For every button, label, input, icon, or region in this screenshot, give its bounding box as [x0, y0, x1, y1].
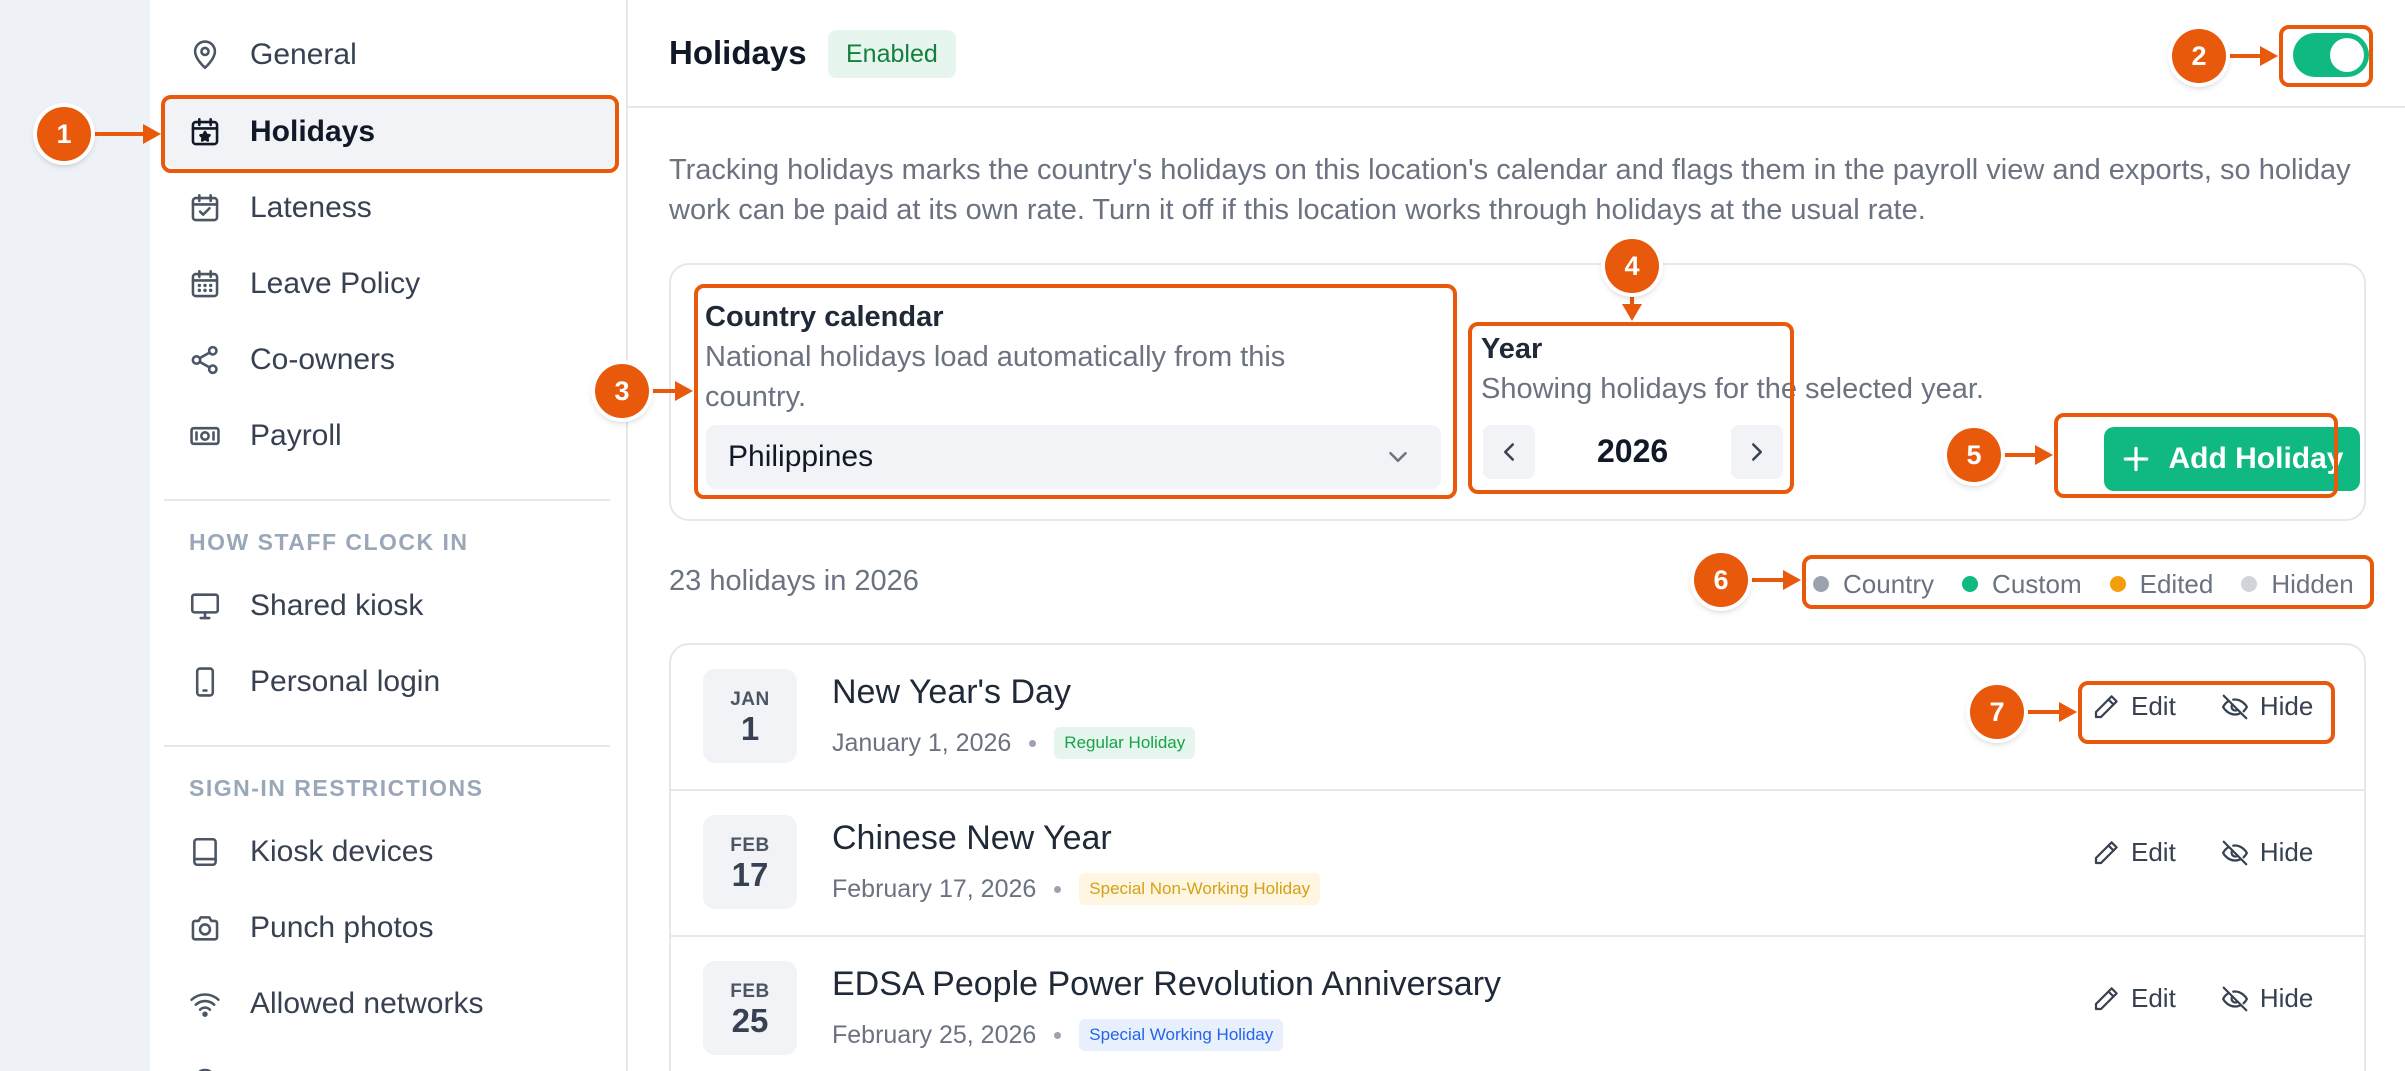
sidebar-item-co-owners[interactable]: Co-owners — [164, 324, 616, 396]
sidebar-item-payroll[interactable]: Payroll — [164, 400, 616, 472]
highlight-box-year — [1468, 322, 1794, 494]
sidebar-item-general[interactable]: General — [164, 19, 616, 91]
holiday-name: EDSA People Power Revolution Anniversary — [832, 965, 1502, 1003]
location-pin-icon — [188, 1063, 222, 1071]
location-pin-icon — [188, 38, 222, 72]
callout-badge: 2 — [2172, 29, 2226, 83]
sidebar-divider — [164, 499, 610, 501]
sidebar-item-allowed-networks[interactable]: Allowed networks — [164, 968, 616, 1040]
holiday-date: February 17, 2026 — [832, 874, 1037, 903]
date-badge: FEB 25 — [703, 961, 797, 1055]
sidebar-item-lateness[interactable]: Lateness — [164, 172, 616, 244]
holiday-type-badge: Regular Holiday — [1054, 727, 1196, 759]
sidebar-item-label: General — [250, 38, 357, 71]
sidebar-item-label: Lateness — [250, 191, 372, 224]
share-icon — [188, 343, 222, 377]
row-actions: Edit Hide — [2091, 837, 2313, 868]
holiday-type-badge: Special Working Holiday — [1079, 1019, 1284, 1051]
highlight-box-add-holiday — [2054, 413, 2338, 498]
banknote-icon — [188, 419, 222, 453]
holiday-name: New Year's Day — [832, 673, 1071, 711]
callout-badge: 6 — [1694, 553, 1748, 607]
edit-label: Edit — [2131, 983, 2176, 1013]
sidebar-item-shared-kiosk[interactable]: Shared kiosk — [164, 570, 616, 642]
date-day: 25 — [731, 1002, 769, 1039]
separator-dot — [1054, 885, 1062, 893]
callout-badge: 1 — [37, 107, 91, 161]
calendar-check-icon — [188, 191, 222, 225]
date-badge: FEB 17 — [703, 815, 797, 909]
monitor-icon — [188, 589, 222, 623]
sidebar-item-label: Kiosk devices — [250, 835, 434, 868]
date-badge: JAN 1 — [703, 669, 797, 763]
sidebar-item-label: Shared kiosk — [250, 589, 424, 622]
date-month: JAN — [730, 689, 770, 710]
camera-icon — [188, 911, 222, 945]
edit-button[interactable]: Edit — [2091, 983, 2176, 1014]
callout-badge: 4 — [1605, 239, 1659, 293]
eye-off-icon — [2221, 840, 2248, 865]
holidays-description: Tracking holidays marks the country's ho… — [669, 154, 2351, 226]
holiday-count: 23 holidays in 2026 — [669, 565, 919, 597]
page-title: Holidays — [669, 34, 807, 71]
sidebar-item-label: Co-owners — [250, 343, 396, 376]
callout-badge: 3 — [595, 364, 649, 418]
sidebar-item-punch-photos[interactable]: Punch photos — [164, 892, 616, 964]
calendar-grid-icon — [188, 267, 222, 301]
sidebar-divider — [164, 745, 610, 747]
holiday-type-badge: Special Non-Working Holiday — [1079, 873, 1321, 905]
highlight-box-toggle — [2279, 25, 2373, 87]
tablet-icon — [188, 835, 222, 869]
callout-badge: 7 — [1970, 685, 2024, 739]
holiday-row: FEB 17 Chinese New Year February 17, 202… — [671, 791, 2364, 937]
sidebar-item-label: Allowed networks — [250, 987, 484, 1020]
edit-label: Edit — [2131, 837, 2176, 867]
holiday-name: Chinese New Year — [832, 819, 1112, 857]
date-day: 1 — [740, 710, 760, 747]
sidebar-item-label: Personal login — [250, 665, 441, 698]
holiday-date: January 1, 2026 — [832, 728, 1012, 757]
separator-dot — [1054, 1031, 1062, 1039]
holidays-panel: Holidays Enabled Tracking holidays marks… — [628, 0, 2405, 1071]
callout-badge: 5 — [1947, 428, 2001, 482]
highlight-box-holidays — [161, 95, 619, 173]
sidebar-item-more[interactable] — [164, 1044, 616, 1071]
sidebar-item-label: Punch photos — [250, 911, 434, 944]
row-actions: Edit Hide — [2091, 983, 2313, 1014]
date-month: FEB — [730, 981, 770, 1002]
sidebar-item-leave-policy[interactable]: Leave Policy — [164, 248, 616, 320]
sidebar-item-label: Payroll — [250, 419, 342, 452]
holiday-meta: February 25, 2026 Special Working Holida… — [832, 1019, 1284, 1051]
edit-button[interactable]: Edit — [2091, 837, 2176, 868]
phone-icon — [188, 665, 222, 699]
eye-off-icon — [2221, 986, 2248, 1011]
date-month: FEB — [730, 835, 770, 856]
highlight-box-legend — [1802, 555, 2374, 609]
separator-dot — [1029, 739, 1037, 747]
section-heading-clock-in: HOW STAFF CLOCK IN — [189, 529, 469, 555]
section-heading-restrictions: SIGN-IN RESTRICTIONS — [189, 775, 484, 801]
hide-button[interactable]: Hide — [2220, 983, 2313, 1014]
sidebar-item-kiosk-devices[interactable]: Kiosk devices — [164, 816, 616, 888]
holiday-meta: February 17, 2026 Special Non-Working Ho… — [832, 873, 1321, 905]
highlight-box-row-actions — [2078, 681, 2335, 744]
header-divider — [628, 106, 2405, 108]
sidebar-item-label: Leave Policy — [250, 267, 421, 300]
hide-label: Hide — [2259, 837, 2314, 867]
pencil-icon — [2094, 986, 2118, 1010]
sidebar-item-personal-login[interactable]: Personal login — [164, 646, 616, 718]
status-badge: Enabled — [828, 30, 956, 78]
pencil-icon — [2094, 840, 2118, 864]
holiday-row: FEB 25 EDSA People Power Revolution Anni… — [671, 937, 2364, 1071]
highlight-box-country — [694, 284, 1457, 499]
wifi-icon — [188, 987, 222, 1021]
holiday-date: February 25, 2026 — [832, 1020, 1037, 1049]
hide-button[interactable]: Hide — [2220, 837, 2313, 868]
date-day: 17 — [731, 856, 769, 893]
hide-label: Hide — [2259, 983, 2314, 1013]
holiday-meta: January 1, 2026 Regular Holiday — [832, 727, 1196, 759]
